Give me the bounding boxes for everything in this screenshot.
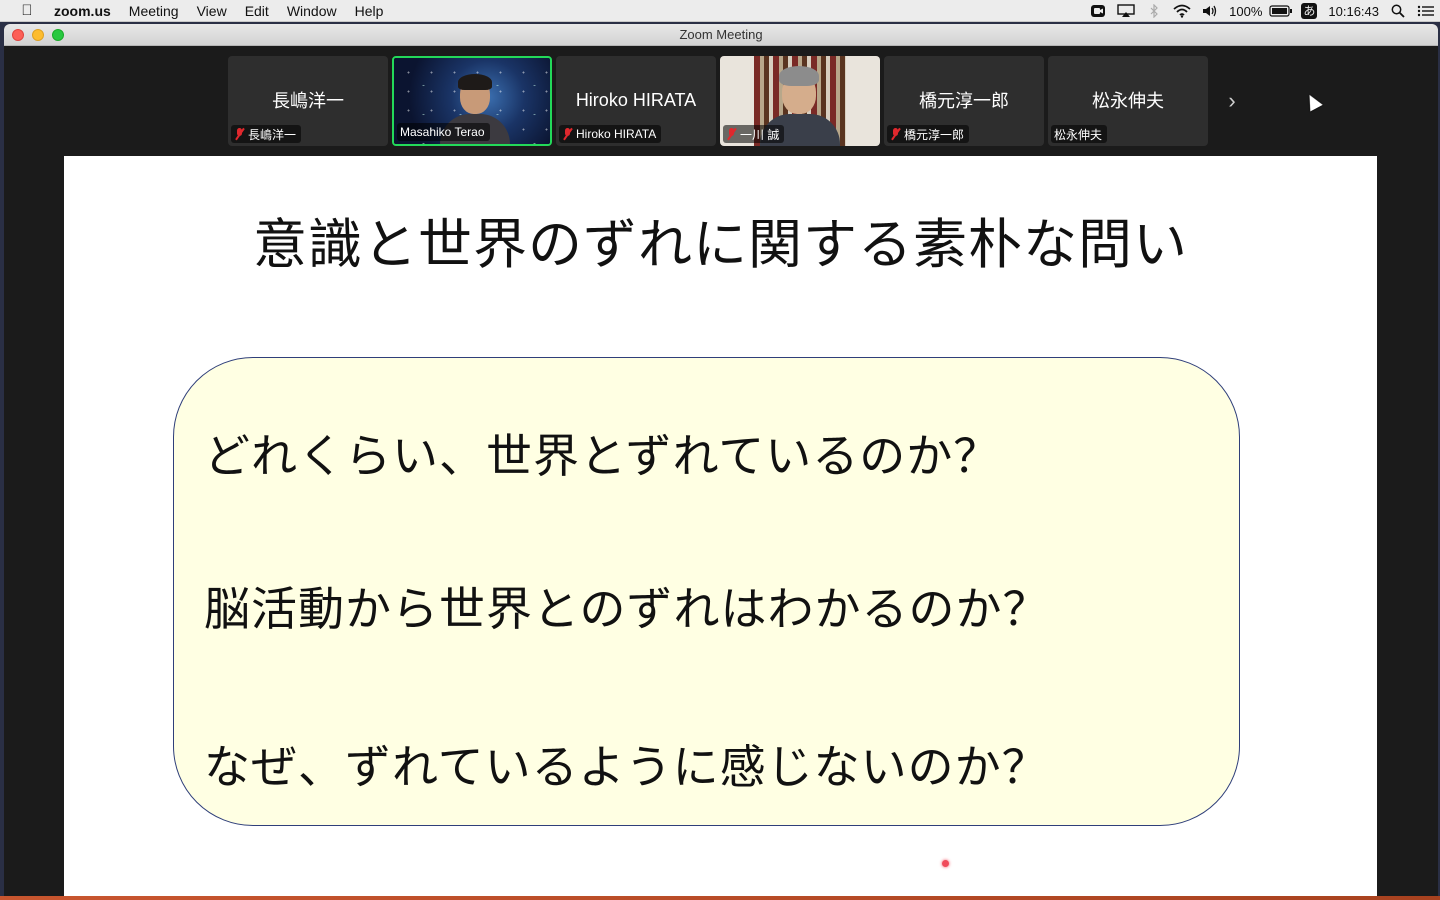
participant-tile[interactable]: 一川 誠 — [720, 56, 880, 146]
menu-meeting[interactable]: Meeting — [120, 3, 188, 19]
participant-label-text: 長嶋洋一 — [248, 127, 297, 142]
participant-name-label: 長嶋洋一 — [231, 125, 302, 143]
apple-menu-icon[interactable]:  — [0, 2, 54, 19]
volume-icon[interactable] — [1196, 0, 1224, 22]
menu-view[interactable]: View — [188, 3, 236, 19]
menu-window[interactable]: Window — [278, 3, 346, 19]
desktop-edge — [0, 896, 1440, 900]
participant-label-text: Hiroko HIRATA — [576, 127, 657, 141]
participant-name-label: Masahiko Terao — [397, 123, 490, 141]
window-titlebar[interactable]: Zoom Meeting — [4, 24, 1438, 46]
participant-tile[interactable]: 松永伸夫 松永伸夫 — [1048, 56, 1208, 146]
muted-mic-icon — [726, 128, 737, 140]
participant-label-text: 橋元淳一郎 — [904, 127, 965, 142]
participant-tile-active-speaker[interactable]: Masahiko Terao — [392, 56, 552, 146]
battery-icon[interactable] — [1267, 0, 1295, 22]
question-3: なぜ、ずれているように感じないのか？ — [204, 740, 1049, 794]
muted-mic-icon — [562, 128, 573, 140]
question-1: どれくらい、世界とずれているのか？ — [204, 429, 1001, 483]
menu-help[interactable]: Help — [346, 3, 393, 19]
participant-strip: 長嶋洋一 長嶋洋一 Masahiko Terao Hiroko HIRATA H… — [228, 56, 1252, 146]
participant-name-label: 松永伸夫 — [1051, 125, 1108, 143]
participant-label-text: Masahiko Terao — [400, 125, 485, 139]
muted-mic-icon — [234, 128, 245, 140]
menu-edit[interactable]: Edit — [236, 3, 278, 19]
battery-percent: 100% — [1229, 3, 1263, 19]
notification-center-icon[interactable] — [1412, 0, 1440, 22]
question-box: どれくらい、世界とずれているのか？ 脳活動から世界とのずれはわかるのか？ なぜ、… — [173, 357, 1240, 867]
participant-label-text: 松永伸夫 — [1054, 127, 1103, 142]
participant-label-text: 一川 誠 — [740, 127, 780, 142]
zoom-status-icon[interactable] — [1084, 0, 1112, 22]
participant-name-label: 橋元淳一郎 — [887, 125, 970, 143]
next-participants-chevron-icon[interactable]: › — [1212, 56, 1252, 146]
menu-bar:  zoom.us Meeting View Edit Window Help … — [0, 0, 1440, 22]
participant-name-label: Hiroko HIRATA — [559, 125, 662, 143]
input-method-icon[interactable]: あ — [1295, 0, 1323, 22]
muted-mic-icon — [890, 128, 901, 140]
slide-title: 意識と世界のずれに関する素朴な問い — [253, 213, 1188, 276]
shared-screen-slide: 意識と世界のずれに関する素朴な問い どれくらい、世界とずれているのか？ 脳活動か… — [64, 156, 1377, 896]
mouse-cursor-icon — [1303, 91, 1323, 112]
laser-pointer-dot — [942, 860, 949, 867]
app-menu[interactable]: zoom.us — [54, 3, 120, 19]
spotlight-search-icon[interactable] — [1384, 0, 1412, 22]
participant-tile[interactable]: Hiroko HIRATA Hiroko HIRATA — [556, 56, 716, 146]
wifi-icon[interactable] — [1168, 0, 1196, 22]
window-title: Zoom Meeting — [679, 27, 763, 42]
participant-tile[interactable]: 橋元淳一郎 橋元淳一郎 — [884, 56, 1044, 146]
zoom-meeting-window: Zoom Meeting 長嶋洋一 長嶋洋一 Masahiko Terao Hi… — [4, 24, 1438, 896]
question-2: 脳活動から世界とのずれはわかるのか？ — [204, 582, 1050, 636]
participant-name-label: 一川 誠 — [723, 125, 785, 143]
menubar-clock[interactable]: 10:16:43 — [1323, 4, 1384, 19]
bluetooth-icon[interactable] — [1140, 0, 1168, 22]
airplay-icon[interactable] — [1112, 0, 1140, 22]
status-area: 100% あ 10:16:43 — [1084, 0, 1440, 22]
participant-tile[interactable]: 長嶋洋一 長嶋洋一 — [228, 56, 388, 146]
input-method-label: あ — [1301, 3, 1318, 19]
